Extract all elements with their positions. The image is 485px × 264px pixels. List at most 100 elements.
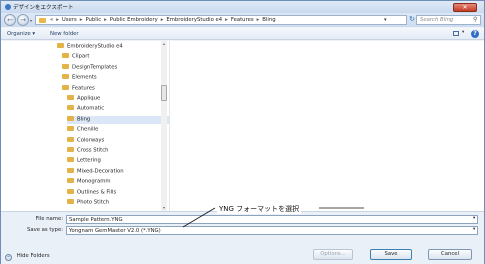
filename-field[interactable]: Sample Pattern.YNG xyxy=(66,215,478,224)
search-icon[interactable]: ⚲ xyxy=(473,16,477,23)
breadcrumb-separator-icon[interactable]: ▸ xyxy=(257,17,260,23)
hide-folders-label: Hide Folders xyxy=(16,253,50,259)
tree-item[interactable]: Elements xyxy=(62,74,169,82)
save-type-dropdown-icon[interactable]: ▾ xyxy=(473,227,475,232)
tree-item[interactable]: Applique xyxy=(67,95,169,103)
folder-icon xyxy=(67,147,74,152)
folder-icon xyxy=(62,84,69,90)
folder-icon xyxy=(67,95,74,100)
navigation-scrollbar[interactable]: ▴ ▾ xyxy=(161,41,167,211)
title-bar[interactable]: デザインをエクスポート ✕ xyxy=(1,1,484,13)
tree-item[interactable]: EmbroideryStudio e4 xyxy=(57,43,169,51)
tree-item[interactable]: Lettering xyxy=(67,157,169,165)
folder-icon xyxy=(67,199,74,204)
folder-icon xyxy=(39,18,46,23)
folder-icon xyxy=(67,157,74,163)
save-type-select[interactable]: Yongnam GemMaster V2.0 (*.YNG) xyxy=(66,226,478,235)
folder-icon xyxy=(67,178,74,184)
tree-item-label: Cross Stitch xyxy=(77,147,109,154)
breadcrumb-item[interactable]: Bling xyxy=(262,17,275,23)
organize-button[interactable]: Organize ▾ xyxy=(7,31,35,37)
tree-item-label: Colorways xyxy=(77,137,105,144)
tree-item[interactable]: Features xyxy=(62,84,169,93)
close-button[interactable]: ✕ xyxy=(453,3,477,12)
cancel-button[interactable]: Cancel xyxy=(428,249,472,260)
address-dropdown-icon[interactable]: ▾ xyxy=(384,17,387,23)
save-type-label: Save as type: xyxy=(27,227,63,233)
tree-item[interactable]: Outlines & Fills xyxy=(67,188,169,197)
search-placeholder: Search Bling xyxy=(420,17,454,23)
tree-item[interactable]: Automatic xyxy=(67,105,169,113)
folder-icon xyxy=(67,136,74,142)
breadcrumb: «▸ Users ▸ Public ▸ Public Embroidery ▸ Embroid… xyxy=(50,17,279,23)
tree-item[interactable]: Chenille xyxy=(67,126,169,134)
address-row: ← → ▾ «▸ Users ▸ Public ▸ Public Embroidery ▸ E… xyxy=(1,13,484,27)
folder-icon xyxy=(67,126,74,132)
command-bar: Organize ▾ New folder ▾ ? xyxy=(1,28,484,40)
tree-item-label: Bling xyxy=(77,116,91,123)
export-design-dialog: デザインをエクスポート ✕ ← → ▾ «▸ Users ▸ Public ▸ Publi… xyxy=(0,0,485,264)
app-icon xyxy=(5,4,11,10)
window-title: デザインをエクスポート xyxy=(13,5,74,11)
tree-item[interactable]: Photo Stitch xyxy=(67,199,169,207)
folder-icon xyxy=(67,105,74,111)
breadcrumb-separator-icon[interactable]: ▸ xyxy=(80,17,83,23)
recent-pages-dropdown-icon[interactable]: ▾ xyxy=(30,18,32,23)
breadcrumb-item[interactable]: Public xyxy=(85,17,101,23)
tree-item[interactable]: Monogramm xyxy=(67,178,169,186)
tree-item[interactable]: Cross Stitch xyxy=(67,147,169,155)
folder-icon xyxy=(57,43,64,48)
tree-item-label: Features xyxy=(72,85,95,92)
folder-icon xyxy=(62,53,69,59)
help-icon[interactable]: ? xyxy=(471,30,479,38)
tree-item-label: EmbroideryStudio e4 xyxy=(67,43,123,50)
views-dropdown-icon[interactable]: ▾ xyxy=(462,30,464,35)
pane-splitter[interactable] xyxy=(169,41,170,211)
save-options-panel: File name: Sample Pattern.YNG ▾ Save as … xyxy=(1,211,484,264)
file-list[interactable] xyxy=(171,41,483,211)
tree-item-label: Photo Stitch xyxy=(77,199,110,206)
filename-dropdown-icon[interactable]: ▾ xyxy=(473,216,475,221)
folder-icon xyxy=(67,167,74,173)
save-button[interactable]: Save xyxy=(370,249,412,260)
breadcrumb-item[interactable]: Users xyxy=(62,17,77,23)
tree-item-label: Monogramm xyxy=(77,178,111,185)
breadcrumb-separator-icon[interactable]: ▸ xyxy=(161,17,164,23)
new-folder-button[interactable]: New folder xyxy=(50,31,79,37)
tree-item[interactable]: Mixed-Decoration xyxy=(67,167,169,176)
address-bar[interactable]: «▸ Users ▸ Public ▸ Public Embroidery ▸ Embroid… xyxy=(35,15,407,25)
tree-item-label: Outlines & Fills xyxy=(77,189,117,196)
tree-item[interactable]: DesignTemplates xyxy=(62,63,169,72)
breadcrumb-item[interactable]: Features xyxy=(231,17,254,23)
tree-item[interactable]: Bling xyxy=(67,115,169,124)
breadcrumb-item[interactable]: « xyxy=(50,17,53,23)
tree-item[interactable]: Colorways xyxy=(67,136,169,145)
hide-folders-button[interactable]: ^ Hide Folders xyxy=(5,253,50,261)
breadcrumb-separator-icon[interactable]: ▸ xyxy=(56,17,59,23)
breadcrumb-separator-icon[interactable]: ▸ xyxy=(104,17,107,23)
folder-icon xyxy=(67,188,74,194)
scroll-up-icon[interactable]: ▴ xyxy=(161,41,167,47)
tree-item-label: Automatic xyxy=(77,105,105,112)
tree-item-label: Elements xyxy=(72,74,97,81)
tree-item-label: Lettering xyxy=(77,157,101,164)
options-button[interactable]: Options... xyxy=(313,249,353,260)
search-input[interactable]: Search Bling ⚲ xyxy=(416,15,481,25)
tree-item-label: DesignTemplates xyxy=(72,64,118,71)
filename-label: File name: xyxy=(35,216,63,222)
forward-icon[interactable]: → xyxy=(17,14,29,26)
scrollbar-thumb[interactable] xyxy=(161,85,167,101)
breadcrumb-item[interactable]: Public Embroidery xyxy=(110,17,158,23)
tree-item-label: Applique xyxy=(77,95,101,102)
views-icon[interactable] xyxy=(453,31,459,36)
collapse-icon: ^ xyxy=(5,253,12,261)
tree-item[interactable]: Clipart xyxy=(62,53,169,61)
breadcrumb-item[interactable]: EmbroideryStudio e4 xyxy=(166,17,222,23)
tree-item-label: Mixed-Decoration xyxy=(77,168,124,175)
back-icon[interactable]: ← xyxy=(4,14,16,26)
breadcrumb-separator-icon[interactable]: ▸ xyxy=(225,17,228,23)
browser-area: EmbroideryStudio e4 Clipart DesignTemplate… xyxy=(1,41,484,211)
folder-icon xyxy=(62,74,69,80)
tree-item-label: Chenille xyxy=(77,126,99,133)
tree-item-label: Clipart xyxy=(72,53,90,60)
